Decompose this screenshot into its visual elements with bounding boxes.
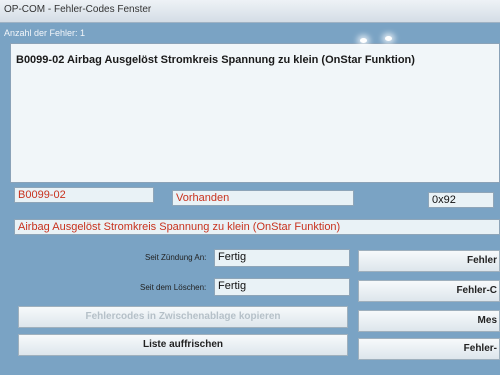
fault-description-field: Airbag Ausgelöst Stromkreis Spannung zu … <box>14 219 500 235</box>
fault-code-field: B0099-02 <box>14 187 154 203</box>
screen-glare <box>385 36 392 41</box>
refresh-list-button[interactable]: Liste auffrischen <box>18 334 348 356</box>
list-item[interactable]: B0099-02 Airbag Ausgelöst Stromkreis Spa… <box>16 54 415 66</box>
fault-code-list[interactable]: B0099-02 Airbag Ausgelöst Stromkreis Spa… <box>10 43 500 183</box>
fault-status-field: Vorhanden <box>172 190 354 206</box>
since-clear-label: Seit dem Löschen: <box>140 283 207 292</box>
screen-glare <box>360 38 367 43</box>
measure-button[interactable]: Mes <box>358 310 500 332</box>
hex-value-field: 0x92 <box>428 192 494 208</box>
fault-button-2[interactable]: Fehler-C <box>358 280 500 302</box>
fault-button-1[interactable]: Fehler <box>358 250 500 272</box>
since-clear-value: Fertig <box>214 278 350 296</box>
title-bar: OP-COM - Fehler-Codes Fenster <box>0 0 500 23</box>
error-count-label: Anzahl der Fehler: 1 <box>4 28 86 38</box>
fault-button-3[interactable]: Fehler- <box>358 338 500 360</box>
copy-to-clipboard-button[interactable]: Fehlercodes in Zwischenablage kopieren <box>18 306 348 328</box>
since-ignition-value: Fertig <box>214 249 350 267</box>
window-title: OP-COM - Fehler-Codes Fenster <box>4 4 152 15</box>
since-ignition-label: Seit Zündung An: <box>145 253 207 262</box>
